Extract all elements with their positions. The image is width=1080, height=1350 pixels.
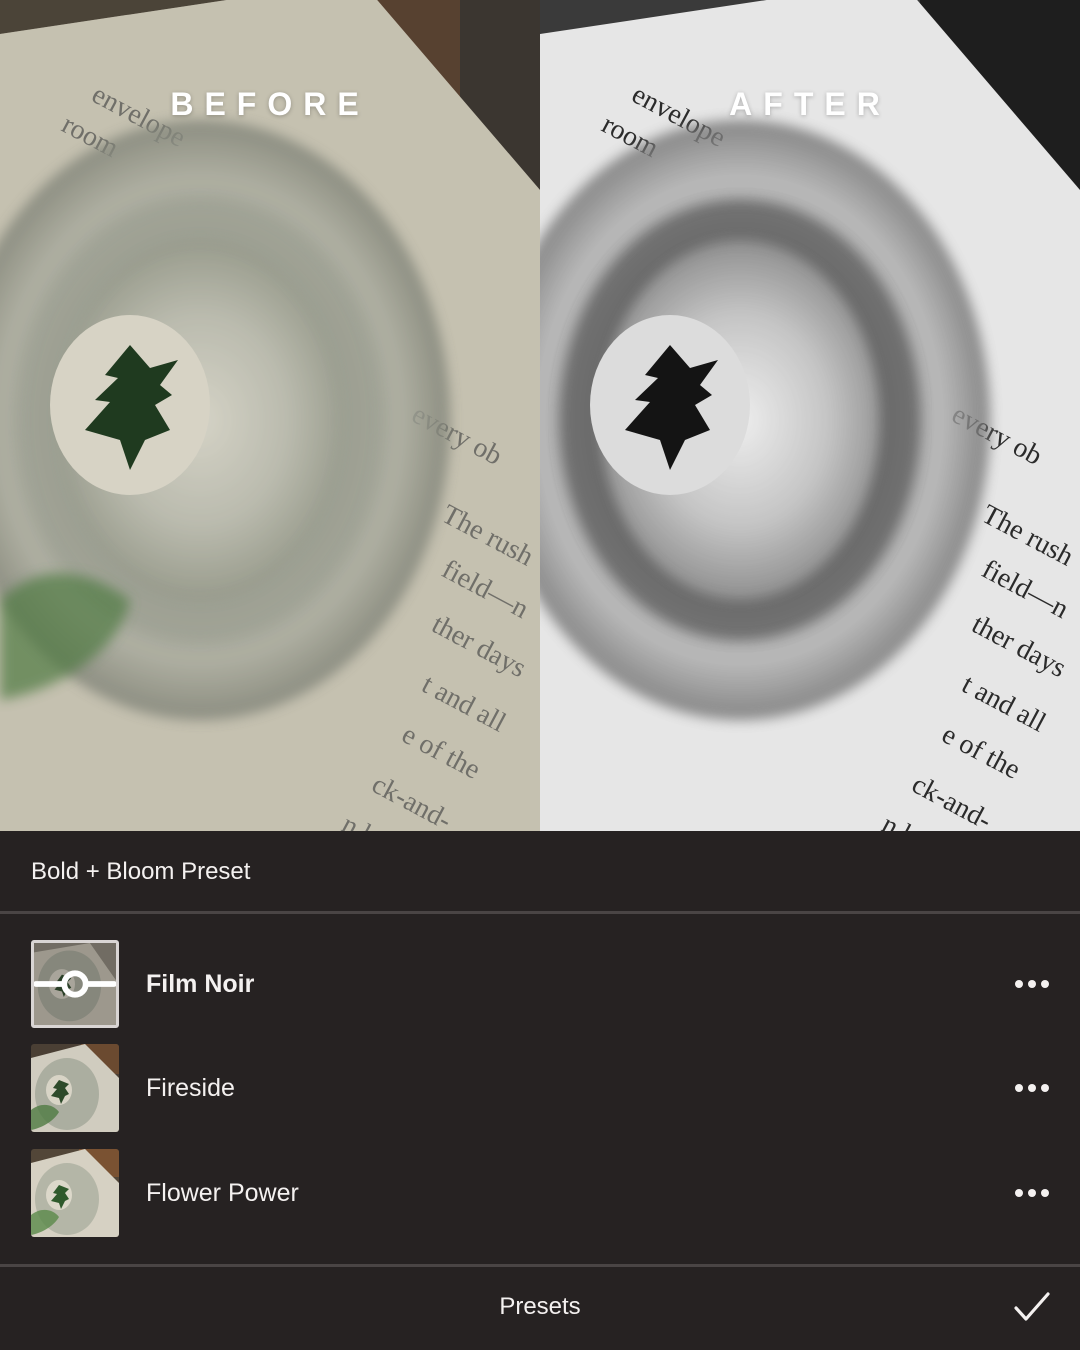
before-label: BEFORE	[170, 86, 370, 122]
slider-adjust-icon	[34, 970, 116, 998]
preset-item-flower-power[interactable]: Flower Power	[0, 1149, 1080, 1245]
preset-name: Flower Power	[146, 1179, 299, 1207]
footer-title: Presets	[499, 1293, 581, 1320]
preset-thumbnail[interactable]	[31, 1149, 119, 1237]
preset-pack-title: Bold + Bloom Preset	[31, 857, 251, 885]
preset-item-fireside[interactable]: Fireside	[0, 1044, 1080, 1140]
preset-name: Film Noir	[146, 970, 255, 998]
preset-name: Fireside	[146, 1074, 235, 1102]
preset-pack-header: Bold + Bloom Preset	[0, 831, 1080, 912]
header-divider	[0, 911, 1080, 914]
after-image: envelope room every ob The rush field—n …	[540, 0, 1080, 831]
footer-bar: Presets	[0, 1267, 1080, 1350]
checkmark-icon[interactable]	[1014, 1291, 1050, 1323]
more-options-icon[interactable]	[1012, 1044, 1052, 1132]
preset-item-film-noir[interactable]: Film Noir	[0, 940, 1080, 1036]
before-image: envelope room every ob The rush field—n …	[0, 0, 540, 831]
before-after-comparison: envelope room every ob The rush field—n …	[0, 0, 1080, 831]
preset-thumbnail[interactable]	[31, 1044, 119, 1132]
preset-thumbnail[interactable]	[31, 940, 119, 1028]
after-label: AFTER	[729, 86, 891, 122]
more-options-icon[interactable]	[1012, 1149, 1052, 1237]
more-options-icon[interactable]	[1012, 940, 1052, 1028]
